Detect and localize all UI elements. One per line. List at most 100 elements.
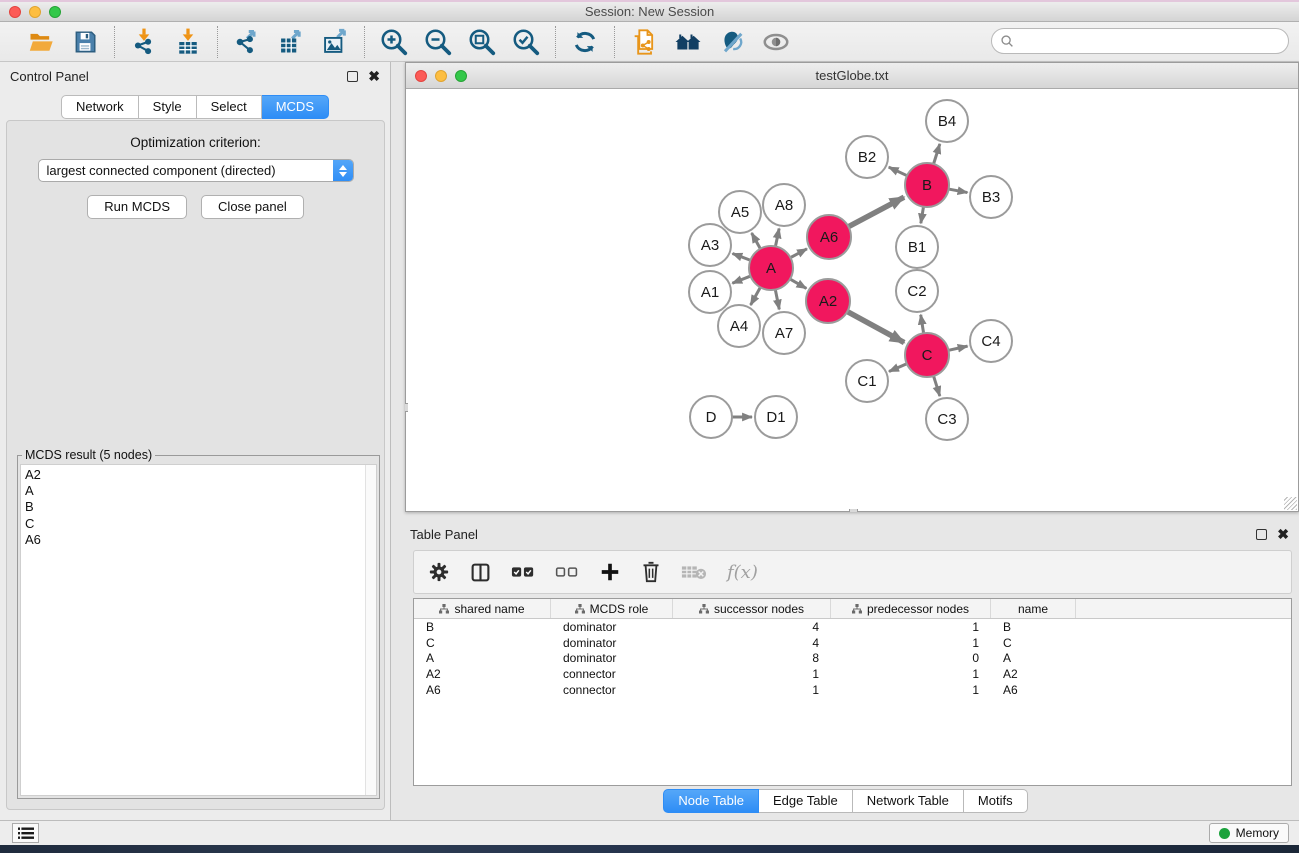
open-file-icon[interactable] <box>26 27 56 57</box>
table-cell[interactable]: 8 <box>673 651 831 665</box>
add-column-icon[interactable] <box>599 561 621 583</box>
search-box[interactable] <box>991 28 1289 54</box>
criterion-select[interactable]: largest connected component (directed) <box>38 159 354 182</box>
close-table-panel-icon[interactable]: ✖ <box>1277 527 1289 541</box>
table-cell[interactable]: 1 <box>831 620 991 634</box>
float-panel-icon[interactable] <box>347 71 358 82</box>
float-table-panel-icon[interactable] <box>1256 529 1267 540</box>
edge-C-C3[interactable] <box>934 376 940 396</box>
zoom-out-icon[interactable] <box>423 27 453 57</box>
refresh-icon[interactable] <box>570 27 600 57</box>
table-cell[interactable]: connector <box>551 667 673 681</box>
mcds-result-item[interactable]: A6 <box>25 532 365 548</box>
edge-A2-C[interactable] <box>847 312 904 343</box>
table-cell[interactable]: C <box>414 636 551 650</box>
scrollbar[interactable] <box>365 465 376 795</box>
deselect-all-icon[interactable] <box>555 564 579 580</box>
zoom-in-icon[interactable] <box>379 27 409 57</box>
search-input[interactable] <box>1015 34 1288 49</box>
table-cell[interactable]: 1 <box>831 667 991 681</box>
node-B[interactable]: B <box>905 163 949 207</box>
delete-table-icon[interactable] <box>681 563 707 581</box>
graphics-details-icon[interactable] <box>717 27 747 57</box>
table-row[interactable]: Adominator80A <box>414 651 1291 667</box>
export-image-icon[interactable] <box>320 27 350 57</box>
task-history-button[interactable] <box>12 823 39 843</box>
home-icon[interactable] <box>673 27 703 57</box>
table-row[interactable]: Bdominator41B <box>414 619 1291 635</box>
node-A5[interactable]: A5 <box>719 191 761 233</box>
close-panel-button[interactable]: Close panel <box>201 195 304 219</box>
mcds-result-item[interactable]: C <box>25 516 365 532</box>
node-A[interactable]: A <box>749 246 793 290</box>
table-row[interactable]: A6connector11A6 <box>414 682 1291 698</box>
edge-A-A5[interactable] <box>752 233 761 249</box>
edge-A-A6[interactable] <box>790 249 807 258</box>
settings-gear-icon[interactable] <box>428 561 450 583</box>
table-cell[interactable]: 4 <box>673 636 831 650</box>
column-header-name[interactable]: name <box>991 599 1076 618</box>
tab-network[interactable]: Network <box>61 95 139 119</box>
node-A6[interactable]: A6 <box>807 215 851 259</box>
edge-B-B3[interactable] <box>949 189 968 193</box>
table-cell[interactable]: 4 <box>673 620 831 634</box>
node-A7[interactable]: A7 <box>763 312 805 354</box>
table-cell[interactable]: B <box>414 620 551 634</box>
table-cell[interactable]: 1 <box>831 683 991 697</box>
table-tab-node-table[interactable]: Node Table <box>663 789 759 813</box>
import-network-icon[interactable] <box>129 27 159 57</box>
mcds-result-list[interactable]: A2ABCA6 <box>21 465 365 795</box>
edge-A-A8[interactable] <box>775 229 779 247</box>
table-cell[interactable]: 1 <box>673 683 831 697</box>
node-D1[interactable]: D1 <box>755 396 797 438</box>
delete-column-icon[interactable] <box>641 561 661 583</box>
network-file-icon[interactable] <box>629 27 659 57</box>
tab-select[interactable]: Select <box>197 95 262 119</box>
table-cell[interactable]: 0 <box>831 651 991 665</box>
edge-B-B4[interactable] <box>934 144 940 164</box>
table-cell[interactable]: dominator <box>551 651 673 665</box>
close-panel-icon[interactable]: ✖ <box>368 69 380 83</box>
edge-C-C2[interactable] <box>921 315 924 334</box>
node-A1[interactable]: A1 <box>689 271 731 313</box>
save-session-icon[interactable] <box>70 27 100 57</box>
edge-A-A7[interactable] <box>775 290 779 310</box>
edge-C-C4[interactable] <box>948 346 967 350</box>
table-cell[interactable]: connector <box>551 683 673 697</box>
table-cell[interactable]: A6 <box>991 683 1076 697</box>
edge-B-B1[interactable] <box>921 207 924 224</box>
table-row[interactable]: Cdominator41C <box>414 635 1291 651</box>
network-canvas[interactable]: B4B2BB3A8A5A6A3B1AC2A1A2A4A7C4CC1C3DD1 <box>406 89 1298 510</box>
function-builder-icon[interactable]: f(x) <box>727 562 758 583</box>
node-C3[interactable]: C3 <box>926 398 968 440</box>
node-B2[interactable]: B2 <box>846 136 888 178</box>
select-all-icon[interactable] <box>511 564 535 580</box>
eye-icon[interactable] <box>761 27 791 57</box>
edge-A-A3[interactable] <box>732 253 750 260</box>
node-A3[interactable]: A3 <box>689 224 731 266</box>
memory-button[interactable]: Memory <box>1209 823 1289 843</box>
edge-A-A1[interactable] <box>732 276 750 283</box>
column-header-shared-name[interactable]: shared name <box>414 599 551 618</box>
zoom-fit-icon[interactable] <box>467 27 497 57</box>
run-mcds-button[interactable]: Run MCDS <box>87 195 187 219</box>
table-tab-edge-table[interactable]: Edge Table <box>759 789 853 813</box>
table-cell[interactable]: dominator <box>551 620 673 634</box>
table-cell[interactable]: dominator <box>551 636 673 650</box>
node-B1[interactable]: B1 <box>896 226 938 268</box>
tab-style[interactable]: Style <box>139 95 197 119</box>
resize-grip-left[interactable] <box>405 403 408 412</box>
mcds-result-item[interactable]: A <box>25 483 365 499</box>
edge-A-A2[interactable] <box>790 279 806 288</box>
node-C4[interactable]: C4 <box>970 320 1012 362</box>
node-D[interactable]: D <box>690 396 732 438</box>
node-C[interactable]: C <box>905 333 949 377</box>
table-row[interactable]: A2connector11A2 <box>414 666 1291 682</box>
network-graph[interactable]: B4B2BB3A8A5A6A3B1AC2A1A2A4A7C4CC1C3DD1 <box>406 89 1298 510</box>
node-B4[interactable]: B4 <box>926 100 968 142</box>
node-table[interactable]: shared nameMCDS rolesuccessor nodesprede… <box>413 598 1292 786</box>
node-C2[interactable]: C2 <box>896 270 938 312</box>
export-table-icon[interactable] <box>276 27 306 57</box>
mcds-result-item[interactable]: B <box>25 499 365 515</box>
table-tab-motifs[interactable]: Motifs <box>964 789 1028 813</box>
